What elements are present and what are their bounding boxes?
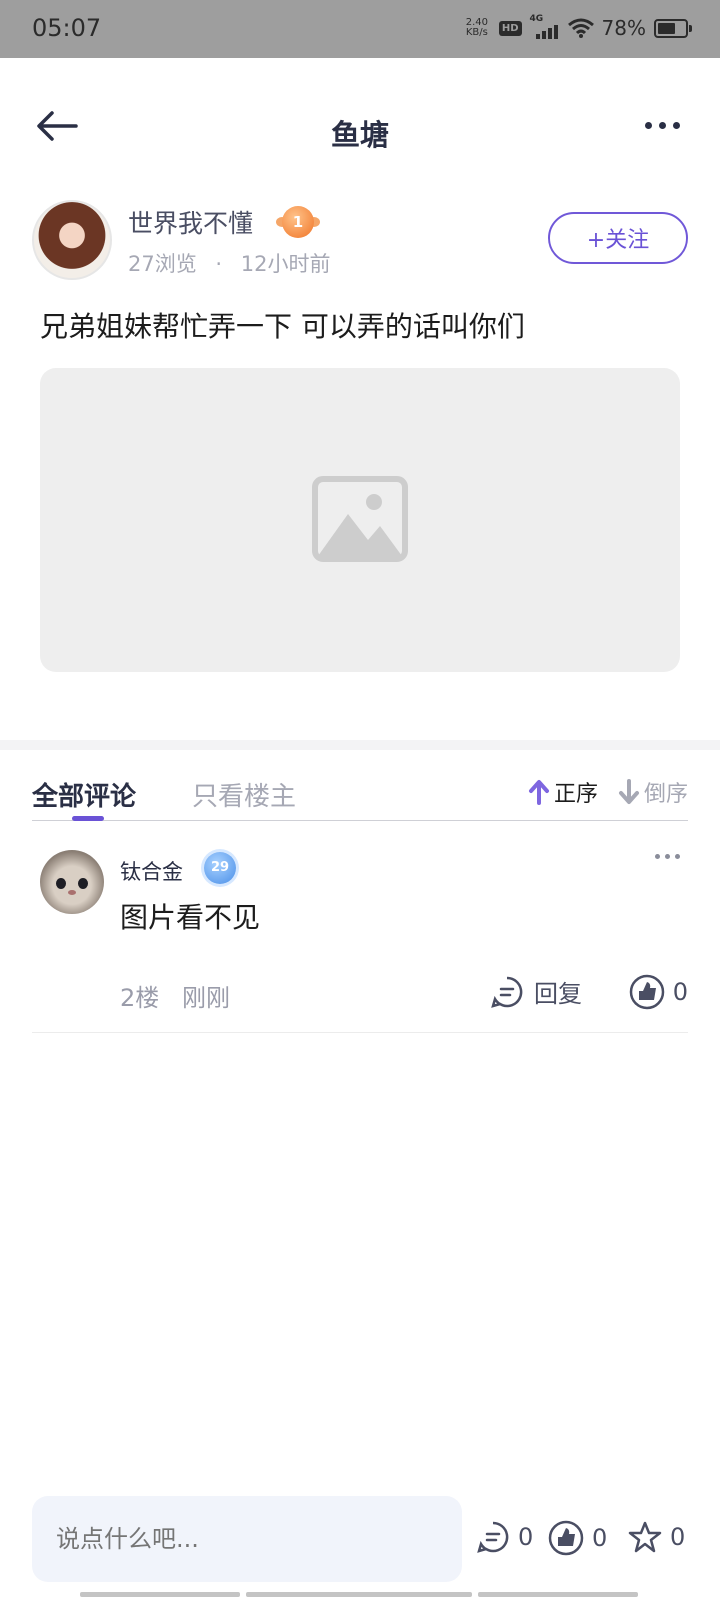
star-icon <box>628 1521 662 1553</box>
comment-tabs: 全部评论 只看楼主 正序 倒序 <box>32 750 688 821</box>
sort-asc-button[interactable]: 正序 <box>528 776 598 808</box>
view-count: 27浏览 <box>128 252 197 276</box>
commenter-level-badge: 29 <box>204 852 236 884</box>
battery-icon <box>654 18 692 38</box>
comment-more-button[interactable] <box>655 854 680 859</box>
favorite-count: 0 <box>670 1523 686 1551</box>
follow-button[interactable]: +关注 <box>548 212 688 264</box>
battery-percent: 78% <box>601 16 646 40</box>
wifi-icon <box>567 18 594 38</box>
more-dots-icon <box>645 122 652 129</box>
avatar[interactable] <box>32 200 112 280</box>
status-bar: 05:07 2.40 KB/s HD 4G 78% <box>0 0 720 58</box>
nav-indicator <box>478 1592 638 1597</box>
post-meta: 27浏览 · 12小时前 <box>128 248 331 278</box>
header: 鱼塘 <box>0 58 720 178</box>
status-time: 05:07 <box>32 14 102 42</box>
post-image[interactable] <box>40 368 680 672</box>
like-button[interactable]: 0 <box>548 1520 607 1556</box>
comment-time: 刚刚 <box>182 984 230 1012</box>
meta-separator: · <box>215 252 223 276</box>
nav-indicator <box>246 1592 472 1597</box>
post-time: 12小时前 <box>240 252 331 276</box>
tab-active-indicator <box>72 816 104 821</box>
comment-item: 钛合金 29 图片看不见 2楼 刚刚 回复 0 <box>32 830 688 1033</box>
bottom-bar: 0 0 0 <box>0 1490 720 1600</box>
level-badge: 1 <box>282 206 314 238</box>
comment-like-button[interactable]: 0 <box>629 974 688 1010</box>
tab-owner-only[interactable]: 只看楼主 <box>192 776 296 813</box>
comment-icon <box>491 976 523 1008</box>
thumbs-up-icon <box>548 1520 584 1556</box>
arrow-down-icon <box>618 779 639 804</box>
favorite-button[interactable]: 0 <box>628 1520 685 1554</box>
hd-icon: HD <box>498 20 522 36</box>
comment-text: 图片看不见 <box>120 901 261 934</box>
comment-count-button[interactable]: 0 <box>476 1520 533 1554</box>
comment-count: 0 <box>518 1523 534 1551</box>
thumbs-up-icon <box>629 974 664 1010</box>
post-author: 世界我不懂 1 27浏览 · 12小时前 +关注 <box>32 200 688 284</box>
comment-like-count: 0 <box>672 978 688 1006</box>
section-divider <box>0 740 720 750</box>
signal-icon: 4G <box>530 14 560 39</box>
page-title: 鱼塘 <box>330 118 389 152</box>
post-content: 兄弟姐妹帮忙弄一下 可以弄的话叫你们 <box>40 310 525 343</box>
comment-input[interactable] <box>32 1496 462 1582</box>
author-name[interactable]: 世界我不懂 <box>128 204 253 240</box>
reply-button[interactable]: 回复 <box>490 974 582 1009</box>
arrow-up-icon <box>528 780 549 805</box>
comment-icon <box>477 1521 509 1553</box>
more-button[interactable] <box>645 122 680 129</box>
like-count: 0 <box>592 1524 608 1552</box>
sort-desc-button[interactable]: 倒序 <box>618 776 688 808</box>
nav-indicator <box>80 1592 240 1597</box>
network-speed: 2.40 KB/s <box>465 17 488 38</box>
comment-floor: 2楼 <box>120 984 160 1012</box>
commenter-name[interactable]: 钛合金 <box>120 856 183 886</box>
tab-all-comments[interactable]: 全部评论 <box>32 776 136 813</box>
image-placeholder-icon <box>312 476 408 562</box>
status-icons: 2.40 KB/s HD 4G 78% <box>463 14 692 40</box>
commenter-avatar[interactable] <box>40 850 104 914</box>
